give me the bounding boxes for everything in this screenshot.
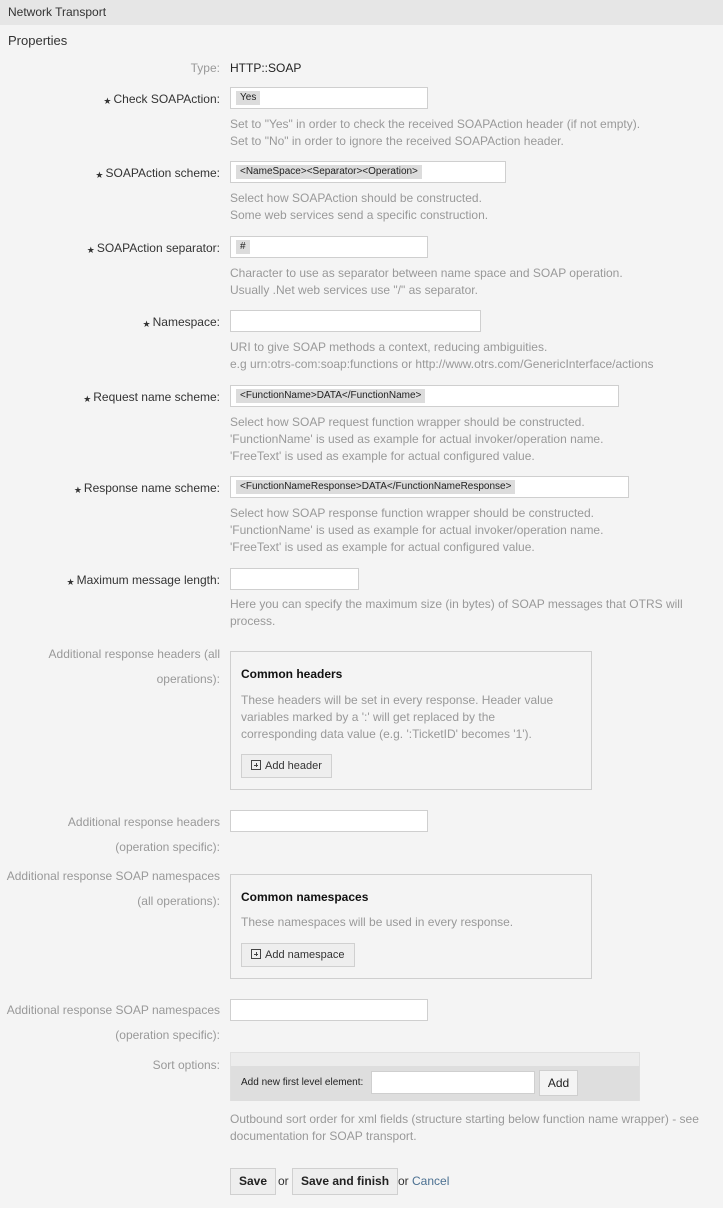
common-headers-box: Common headers These headers will be set… xyxy=(230,651,592,790)
widget-header: Network Transport xyxy=(0,0,723,25)
request-name-scheme-select[interactable]: <FunctionName>DATA</FunctionName> xyxy=(230,385,619,407)
request-name-scheme-label: ★ Request name scheme: xyxy=(83,390,220,404)
resp-ns-specific-label: Additional response SOAP namespaces (oper… xyxy=(6,1003,220,1042)
common-namespaces-title: Common namespaces xyxy=(241,890,369,904)
common-namespaces-text: These namespaces will be used in every r… xyxy=(241,915,514,929)
required-star-icon: ★ xyxy=(86,245,95,255)
soapaction-scheme-select[interactable]: <NameSpace><Separator><Operation> xyxy=(230,161,506,183)
request-name-scheme-hint: Select how SOAP request function wrapper… xyxy=(230,415,604,463)
namespace-label: ★ Namespace: xyxy=(142,315,220,329)
type-label: Type: xyxy=(190,61,220,75)
namespace-input[interactable] xyxy=(230,310,481,332)
sort-add-row: Add new first level element: Add xyxy=(231,1066,639,1101)
namespace-hint: URI to give SOAP methods a context, redu… xyxy=(230,340,654,371)
plus-square-icon xyxy=(251,949,261,959)
sort-options-panel: Add new first level element: Add xyxy=(230,1052,640,1101)
required-star-icon: ★ xyxy=(83,394,92,404)
type-value: HTTP::SOAP xyxy=(230,61,302,75)
resp-ns-specific-input[interactable] xyxy=(230,999,428,1021)
save-button[interactable]: Save xyxy=(230,1168,277,1195)
selected-value: Yes xyxy=(236,91,261,105)
check-soapaction-select[interactable]: Yes xyxy=(230,87,428,109)
required-star-icon: ★ xyxy=(142,319,151,329)
resp-headers-specific-input[interactable] xyxy=(230,810,428,832)
selected-value: <FunctionName>DATA</FunctionName> xyxy=(236,389,426,403)
response-name-scheme-hint: Select how SOAP response function wrappe… xyxy=(230,506,604,554)
selected-value: <NameSpace><Separator><Operation> xyxy=(236,165,422,179)
check-soapaction-label: ★ Check SOAPAction: xyxy=(103,92,220,106)
check-soapaction-hint: Set to "Yes" in order to check the recei… xyxy=(230,117,641,148)
soapaction-separator-hint: Character to use as separator between na… xyxy=(230,266,623,297)
max-message-length-label: ★ Maximum message length: xyxy=(66,573,220,587)
max-message-length-hint: Here you can specify the maximum size (i… xyxy=(230,597,683,628)
selected-value: <FunctionNameResponse>DATA</FunctionName… xyxy=(236,480,516,494)
required-star-icon: ★ xyxy=(95,170,104,180)
section-title: Properties xyxy=(8,33,68,48)
common-headers-title: Common headers xyxy=(241,667,343,681)
sort-options-hint: Outbound sort order for xml fields (stru… xyxy=(230,1112,699,1143)
widget-title: Network Transport xyxy=(8,5,107,19)
plus-square-icon xyxy=(251,760,261,770)
soapaction-separator-label: ★ SOAPAction separator: xyxy=(86,241,220,255)
or-text: or xyxy=(398,1174,409,1188)
sort-options-label: Sort options: xyxy=(152,1058,220,1072)
add-header-button[interactable]: Add header xyxy=(241,754,332,778)
soapaction-scheme-label: ★ SOAPAction scheme: xyxy=(95,166,220,180)
resp-headers-all-label: Additional response headers (all operatio… xyxy=(48,647,220,686)
required-star-icon: ★ xyxy=(73,485,82,495)
add-namespace-button[interactable]: Add namespace xyxy=(241,943,355,967)
response-name-scheme-label: ★ Response name scheme: xyxy=(73,481,220,495)
resp-headers-specific-label: Additional response headers (operation sp… xyxy=(67,815,220,854)
add-element-label: Add new first level element: xyxy=(241,1077,364,1088)
selected-value: # xyxy=(236,240,250,254)
save-and-finish-button[interactable]: Save and finish xyxy=(292,1168,399,1195)
response-name-scheme-select[interactable]: <FunctionNameResponse>DATA</FunctionName… xyxy=(230,476,629,498)
or-text: or xyxy=(278,1174,289,1188)
soapaction-scheme-hint: Select how SOAPAction should be construc… xyxy=(230,191,489,222)
common-headers-text: These headers will be set in every respo… xyxy=(241,693,554,741)
cancel-link[interactable]: Cancel xyxy=(412,1174,449,1188)
add-element-input[interactable] xyxy=(371,1071,535,1094)
max-message-length-input[interactable] xyxy=(230,568,359,590)
add-element-button[interactable]: Add xyxy=(539,1070,578,1096)
common-namespaces-box: Common namespaces These namespaces will … xyxy=(230,874,592,979)
required-star-icon: ★ xyxy=(66,577,75,587)
required-star-icon: ★ xyxy=(103,96,112,106)
resp-ns-all-label: Additional response SOAP namespaces (all … xyxy=(6,869,220,908)
soapaction-separator-select[interactable]: # xyxy=(230,236,428,258)
